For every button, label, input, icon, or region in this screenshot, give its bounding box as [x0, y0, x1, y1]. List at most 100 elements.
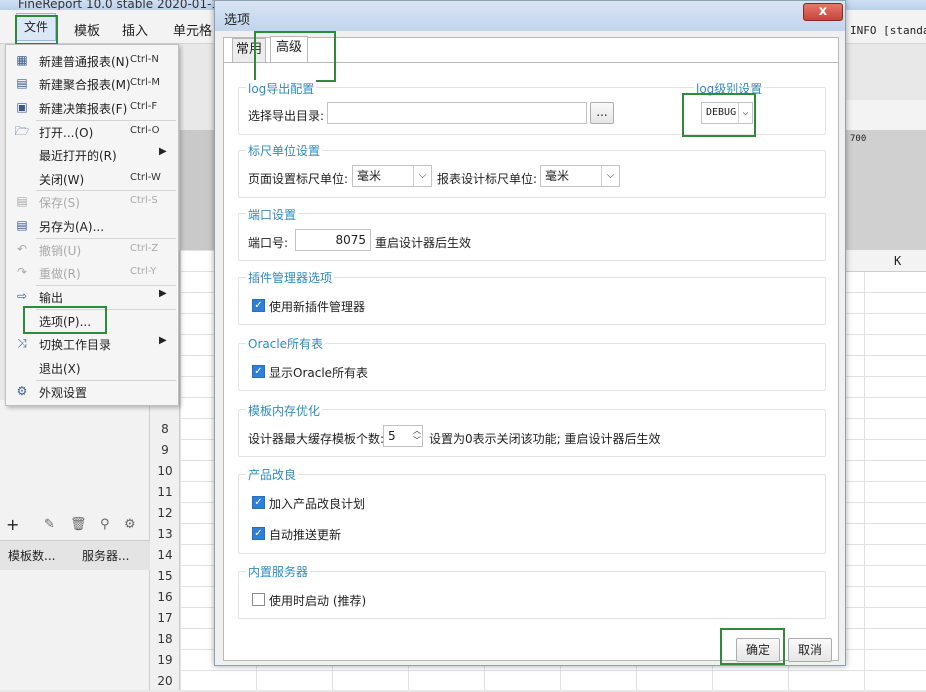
- cache-stepper[interactable]: 5 ︿ ﹀: [383, 425, 423, 447]
- server-start-label: 使用时启动 (推荐): [269, 594, 367, 608]
- section-title-port: 端口设置: [246, 206, 299, 223]
- settings-icon[interactable]: ⚙: [124, 517, 136, 532]
- page-ruler-select[interactable]: 毫米 ⌵: [352, 165, 432, 187]
- row-number[interactable]: 13: [150, 524, 180, 545]
- file-menu-item[interactable]: 关闭(W) Ctrl-W: [6, 167, 178, 190]
- section-title-server: 内置服务器: [246, 563, 311, 580]
- file-menu-item[interactable]: ▣ 新建决策报表(F) Ctrl-F: [6, 96, 178, 119]
- file-menu-item[interactable]: 🗁 打开...(O) Ctrl-O: [6, 120, 178, 143]
- browse-button[interactable]: ...: [590, 102, 614, 124]
- plugin-checkbox[interactable]: ✓: [252, 299, 265, 312]
- design-ruler-label: 报表设计标尺单位:: [437, 172, 538, 186]
- shortcut-text: Ctrl-W: [130, 171, 161, 183]
- file-menu-item[interactable]: ⤨ 切换工作目录 ▶: [6, 332, 178, 355]
- search-icon[interactable]: ⚲: [100, 517, 110, 532]
- add-icon[interactable]: +: [6, 515, 19, 534]
- file-menu-item-label: 输出: [39, 291, 64, 305]
- file-menu-item[interactable]: ↷ 重做(R) Ctrl-Y: [6, 261, 178, 284]
- row-number[interactable]: 15: [150, 566, 180, 587]
- tab-template-data[interactable]: 模板数...: [8, 547, 55, 564]
- oracle-checkbox[interactable]: ✓: [252, 365, 265, 378]
- submenu-arrow-icon: ▶: [159, 146, 167, 158]
- shortcut-text: Ctrl-O: [130, 124, 160, 136]
- ruler-left: [180, 130, 216, 250]
- file-menu-dropdown: ▦ 新建普通报表(N) Ctrl-N ▤ 新建聚合报表(M) Ctrl-M ▣ 新建决策报表(…: [5, 44, 179, 406]
- row-number[interactable]: 18: [150, 629, 180, 650]
- cache-value: 5: [388, 429, 396, 443]
- row-number[interactable]: 16: [150, 587, 180, 608]
- file-menu-item-label: 重做(R): [39, 267, 81, 282]
- row-number[interactable]: 14: [150, 545, 180, 566]
- menu-template[interactable]: 模板: [74, 20, 100, 39]
- file-menu-item-label: 关闭(W): [39, 172, 85, 187]
- delete-icon[interactable]: 🗑: [70, 517, 87, 532]
- cancel-button[interactable]: 取消: [788, 638, 832, 662]
- file-menu-item[interactable]: ▦ 新建普通报表(N) Ctrl-N: [6, 49, 178, 72]
- file-menu-item[interactable]: ↶ 撤销(U) Ctrl-Z: [6, 238, 178, 261]
- close-button[interactable]: x: [803, 3, 843, 21]
- stepper-arrows-icon[interactable]: ︿ ﹀: [413, 426, 421, 446]
- cache-note: 设置为0表示关闭该功能; 重启设计器后生效: [429, 432, 661, 446]
- row-number[interactable]: 20: [150, 671, 180, 692]
- file-menu-item[interactable]: ▤ 保存(S) Ctrl-S: [6, 190, 178, 213]
- auto-update-checkbox[interactable]: ✓: [252, 527, 265, 540]
- file-menu-item-label: 切换工作目录: [39, 338, 112, 353]
- shortcut-text: Ctrl-M: [130, 77, 161, 89]
- edit-icon[interactable]: ✎: [44, 517, 55, 532]
- ok-button-highlight: [720, 628, 785, 665]
- section-title-oracle: Oracle所有表: [246, 335, 326, 352]
- file-menu-item-label: 另存为(A)...: [39, 219, 105, 234]
- file-menu-item[interactable]: ⚙ 外观设置: [6, 380, 178, 403]
- new-aggregate-icon: ▤: [16, 76, 28, 91]
- export-dir-label: 选择导出目录:: [248, 109, 325, 123]
- menu-insert[interactable]: 插入: [122, 20, 148, 39]
- submenu-arrow-icon: ▶: [159, 335, 167, 347]
- ruler-right: 700: [840, 130, 926, 250]
- row-number[interactable]: 12: [150, 503, 180, 524]
- submenu-arrow-icon: ▶: [159, 288, 167, 299]
- file-menu-item[interactable]: 退出(X): [6, 356, 178, 379]
- file-menu-item-label: 保存(S): [39, 196, 80, 211]
- port-input[interactable]: 8075: [295, 229, 371, 251]
- chevron-down-icon: ⌵: [601, 166, 619, 186]
- file-menu-item-label: 新建普通报表(N): [39, 55, 130, 69]
- file-menu-item-label: 打开...(O): [39, 125, 94, 140]
- chevron-down-icon: ⌵: [413, 166, 431, 186]
- row-number[interactable]: 11: [150, 482, 180, 503]
- dialog-titlebar: 选项: [215, 1, 845, 31]
- auto-update-label: 自动推送更新: [269, 528, 342, 542]
- row-number[interactable]: 10: [150, 461, 180, 482]
- row-number[interactable]: 8: [150, 419, 180, 440]
- file-menu-item[interactable]: 最近打开的(R) ▶: [6, 143, 178, 166]
- join-improve-label: 加入产品改良计划: [269, 497, 366, 511]
- column-header-k[interactable]: K: [840, 250, 926, 272]
- join-improve-checkbox[interactable]: ✓: [252, 496, 265, 509]
- server-start-checkbox[interactable]: [252, 593, 265, 606]
- file-menu-item-label: 新建聚合报表(M): [39, 78, 131, 93]
- file-menu-item-label: 退出(X): [39, 361, 81, 376]
- file-menu-item[interactable]: ▤ 另存为(A)...: [6, 214, 178, 237]
- shortcut-text: Ctrl-Z: [130, 242, 159, 254]
- options-item-highlight: [23, 306, 107, 334]
- file-menu-item-label: 新建决策报表(F): [39, 101, 128, 116]
- export-dir-input[interactable]: [327, 102, 587, 124]
- row-number[interactable]: 19: [150, 650, 180, 671]
- file-menu-item[interactable]: ⇨ 输出 ▶: [6, 285, 178, 308]
- section-title-ruler: 标尺单位设置: [246, 142, 323, 159]
- section-title-plugin: 插件管理器选项: [246, 269, 335, 286]
- row-number[interactable]: 17: [150, 608, 180, 629]
- menu-cell[interactable]: 单元格: [173, 20, 212, 39]
- undo-icon: ↶: [16, 241, 28, 256]
- shortcut-text: Ctrl-N: [130, 54, 159, 65]
- section-title-cache: 模板内存优化: [246, 402, 323, 419]
- shortcut-text: Ctrl-F: [130, 100, 158, 112]
- tab-server[interactable]: 服务器...: [82, 547, 129, 564]
- file-menu-item[interactable]: ▤ 新建聚合报表(M) Ctrl-M: [6, 72, 178, 95]
- port-note: 重启设计器后生效: [375, 236, 472, 250]
- appearance-icon: ⚙: [16, 383, 28, 398]
- row-number[interactable]: 9: [150, 440, 180, 461]
- toolbar-right: [840, 100, 926, 130]
- file-menu-item-label: 外观设置: [39, 385, 88, 400]
- log-info-text: INFO [standard]: [850, 24, 926, 37]
- design-ruler-select[interactable]: 毫米 ⌵: [540, 165, 620, 187]
